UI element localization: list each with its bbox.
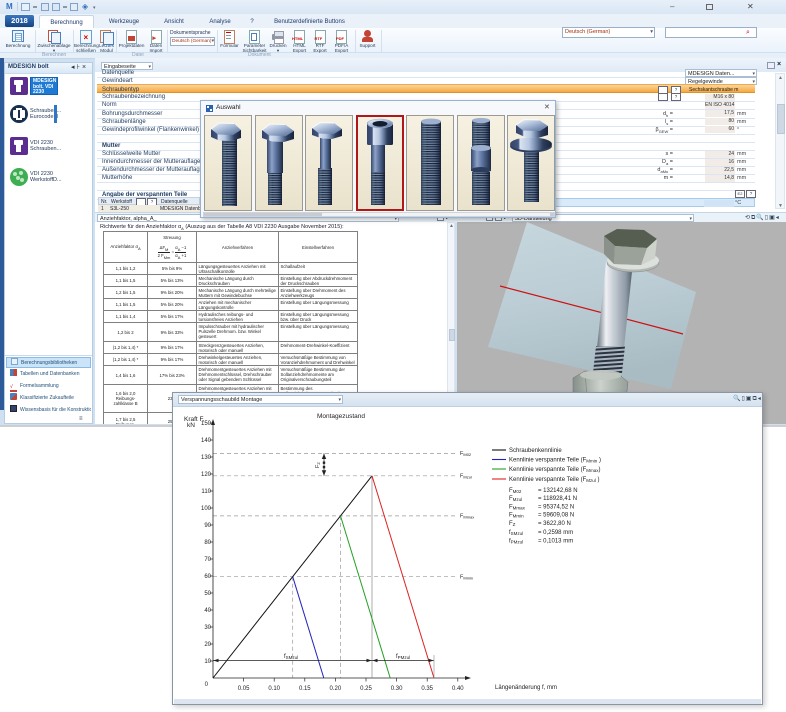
svg-text:= 118928,41 N: = 118928,41 N [538,496,577,502]
svg-text:FMmin: FMmin [509,513,524,519]
svg-text:Schraubenkennlinie: Schraubenkennlinie [509,448,562,454]
svg-text:140: 140 [201,438,212,444]
svg-text:30: 30 [204,625,211,631]
svg-text:110: 110 [201,489,211,495]
svg-text:0.05: 0.05 [238,686,250,692]
svg-text:FMzul: FMzul [460,474,472,480]
svg-text:Kennlinie verspannte Teile (FM: Kennlinie verspannte Teile (FMmax) [509,467,601,473]
svg-text:50: 50 [204,591,211,597]
svg-text:FZ: FZ [315,462,321,468]
svg-text:0.30: 0.30 [391,686,403,692]
svg-text:FMzul: FMzul [509,496,522,502]
svg-text:0.40: 0.40 [452,686,464,692]
svg-text:fPMzul: fPMzul [509,539,523,545]
svg-text:130: 130 [201,455,212,461]
svg-text:FMmax: FMmax [509,505,526,511]
svg-text:70: 70 [204,557,211,563]
svg-text:FMmax: FMmax [460,514,474,520]
svg-text:FM02: FM02 [509,488,522,494]
svg-text:10: 10 [204,659,211,665]
svg-text:= 95374,52 N: = 95374,52 N [538,505,574,511]
svg-text:Montagezustand: Montagezustand [317,413,365,420]
svg-text:60: 60 [204,574,211,580]
svg-text:Längenänderung f, mm: Längenänderung f, mm [495,685,557,691]
svg-text:= 59609,08 N: = 59609,08 N [538,513,574,519]
svg-text:120: 120 [201,472,212,478]
svg-text:40: 40 [204,608,211,614]
svg-text:= 0,2598 mm: = 0,2598 mm [538,530,573,536]
svg-text:0.35: 0.35 [421,686,433,692]
svg-text:20: 20 [204,642,211,648]
svg-text:80: 80 [204,540,211,546]
svg-text:100: 100 [201,506,212,512]
svg-text:0.20: 0.20 [330,686,342,692]
svg-text:FZ: FZ [509,521,516,527]
svg-text:= 3622,80 N: = 3622,80 N [538,521,571,527]
svg-text:Kennlinie verspannte Teile (FM: Kennlinie verspannte Teile (FMmin ) [509,458,601,464]
svg-text:Kennlinie verspannte Teile (FM: Kennlinie verspannte Teile (FMzul ) [509,477,599,483]
svg-text:0.15: 0.15 [299,686,311,692]
svg-text:kN: kN [187,422,195,429]
svg-text:0.10: 0.10 [268,686,280,692]
svg-text:0: 0 [205,682,209,688]
svg-text:fPMzul: fPMzul [396,654,410,660]
svg-text:90: 90 [204,523,211,529]
svg-text:FMmin: FMmin [460,575,473,581]
svg-text:= 0,1013 mm: = 0,1013 mm [538,539,573,545]
svg-text:FM02: FM02 [460,451,472,457]
svg-text:fSMzul: fSMzul [509,530,523,536]
svg-text:0.25: 0.25 [360,686,372,692]
svg-text:fSMzul: fSMzul [284,654,298,660]
svg-text:= 132142,68 N: = 132142,68 N [538,488,578,494]
